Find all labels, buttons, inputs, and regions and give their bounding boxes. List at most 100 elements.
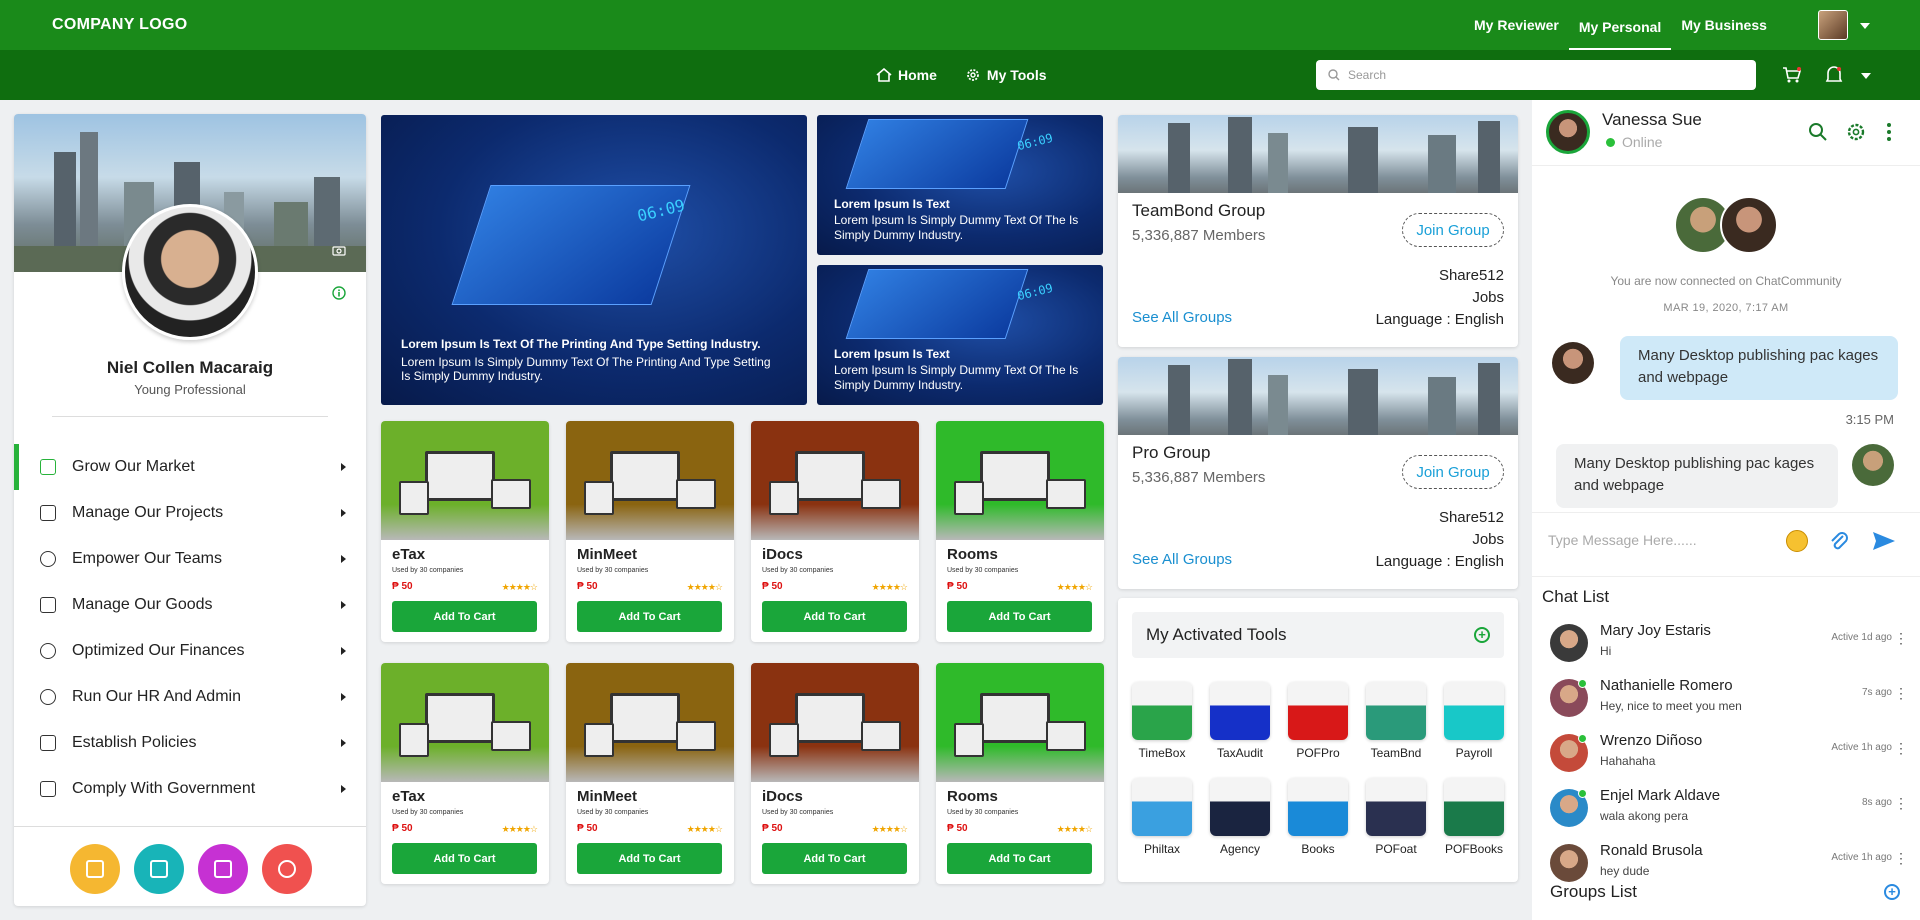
divider	[1532, 576, 1920, 577]
menu-item-establish-policies[interactable]: Establish Policies	[14, 720, 366, 766]
product-card[interactable]: Rooms Used by 30 companies ₱ 50 ★★★★☆ Ad…	[936, 421, 1104, 642]
add-to-cart-button[interactable]: Add To Cart	[577, 601, 722, 632]
gear-icon[interactable]	[1846, 122, 1866, 142]
more-vertical-icon[interactable]: ⋮	[1894, 685, 1908, 702]
info-icon[interactable]	[332, 286, 346, 300]
user-avatar[interactable]	[1818, 10, 1848, 40]
chevron-down-icon[interactable]	[1860, 23, 1870, 29]
see-all-groups-link[interactable]: See All Groups	[1132, 309, 1232, 326]
banner-main[interactable]: 06:09 Lorem Ipsum Is Text Of The Printin…	[381, 115, 807, 405]
product-usage: Used by 30 companies	[947, 567, 1019, 574]
product-image	[566, 663, 734, 782]
tool-pofoat[interactable]: POFoat	[1366, 778, 1426, 856]
nav-my-business[interactable]: My Business	[1671, 0, 1777, 50]
search-icon[interactable]	[1808, 122, 1828, 142]
banner-small-1[interactable]: 06:09 Lorem Ipsum Is Text Lorem Ipsum Is…	[817, 115, 1103, 255]
menu-item-manage-goods[interactable]: Manage Our Goods	[14, 582, 366, 628]
product-usage: Used by 30 companies	[762, 809, 834, 816]
tool-label: Books	[1301, 842, 1335, 856]
package-button[interactable]	[198, 844, 248, 894]
chat-list-item[interactable]: Nathanielle Romero Hey, nice to meet you …	[1550, 673, 1910, 727]
notes-button[interactable]	[70, 844, 120, 894]
product-card[interactable]: MinMeet Used by 30 companies ₱ 50 ★★★★☆ …	[566, 421, 734, 642]
camera-icon[interactable]	[332, 244, 346, 256]
tool-teambnd[interactable]: TeamBnd	[1366, 682, 1426, 760]
finance-icon	[40, 643, 56, 659]
menu-item-manage-projects[interactable]: Manage Our Projects	[14, 490, 366, 536]
rating-stars: ★★★★☆	[871, 582, 908, 592]
tool-pofpro[interactable]: POFPro	[1288, 682, 1348, 760]
nav-my-reviewer[interactable]: My Reviewer	[1464, 0, 1569, 50]
contact-name: Mary Joy Estaris	[1600, 622, 1711, 639]
product-card[interactable]: Rooms Used by 30 companies ₱ 50 ★★★★☆ Ad…	[936, 663, 1104, 884]
nav-my-personal[interactable]: My Personal	[1568, 8, 1672, 50]
add-to-cart-button[interactable]: Add To Cart	[947, 843, 1092, 874]
tool-taxaudit[interactable]: TaxAudit	[1210, 682, 1270, 760]
see-all-groups-link[interactable]: See All Groups	[1132, 551, 1232, 568]
chevron-down-icon[interactable]	[1861, 73, 1871, 79]
banner-text: Lorem Ipsum Is Simply Dummy Text Of The …	[401, 355, 771, 383]
send-icon[interactable]	[1872, 530, 1896, 552]
menu-item-empower-teams[interactable]: Empower Our Teams	[14, 536, 366, 582]
tool-agency[interactable]: Agency	[1210, 778, 1270, 856]
paperclip-icon[interactable]	[1828, 530, 1850, 552]
product-card[interactable]: MinMeet Used by 30 companies ₱ 50 ★★★★☆ …	[566, 663, 734, 884]
briefcase-button[interactable]	[134, 844, 184, 894]
tool-books[interactable]: Books	[1288, 778, 1348, 856]
product-card[interactable]: iDocs Used by 30 companies ₱ 50 ★★★★☆ Ad…	[751, 421, 919, 642]
banner-title: Lorem Ipsum Is Text	[834, 347, 950, 361]
chat-list-item[interactable]: Wrenzo Diñoso Hahahaha Active 1h ago ⋮	[1550, 728, 1910, 782]
briefcase-icon	[150, 860, 168, 878]
profile-card: Niel Collen Macaraig Young Professional …	[14, 114, 366, 906]
grid-icon	[40, 781, 56, 797]
tool-icon	[1366, 778, 1426, 836]
connection-avatar-2	[1720, 196, 1778, 254]
product-card[interactable]: eTax Used by 30 companies ₱ 50 ★★★★☆ Add…	[381, 421, 549, 642]
cart-icon[interactable]	[1782, 66, 1802, 84]
menu-item-comply-government[interactable]: Comply With Government	[14, 766, 366, 812]
tool-timebox[interactable]: TimeBox	[1132, 682, 1192, 760]
add-group-icon[interactable]: +	[1884, 884, 1900, 900]
add-to-cart-button[interactable]: Add To Cart	[392, 601, 537, 632]
company-logo[interactable]: COMPANY LOGO	[52, 16, 187, 34]
add-to-cart-button[interactable]: Add To Cart	[392, 843, 537, 874]
more-vertical-icon[interactable]: ⋮	[1894, 795, 1908, 812]
add-circle-icon[interactable]: +	[1474, 627, 1490, 643]
add-to-cart-button[interactable]: Add To Cart	[762, 843, 907, 874]
chat-list-item[interactable]: Mary Joy Estaris Hi Active 1d ago ⋮	[1550, 618, 1910, 672]
add-to-cart-button[interactable]: Add To Cart	[762, 601, 907, 632]
banner-small-2[interactable]: 06:09 Lorem Ipsum Is Text Lorem Ipsum Is…	[817, 265, 1103, 405]
emoji-icon[interactable]	[1786, 530, 1808, 552]
menu-item-optimized-finances[interactable]: Optimized Our Finances	[14, 628, 366, 674]
more-vertical-icon[interactable]: ⋮	[1894, 740, 1908, 757]
my-tools-link[interactable]: My Tools	[965, 67, 1047, 83]
groups-list-title: Groups List	[1550, 882, 1637, 901]
add-to-cart-button[interactable]: Add To Cart	[577, 843, 722, 874]
group-card: TeamBond Group 5,336,887 Members Join Gr…	[1118, 115, 1518, 347]
bell-icon[interactable]	[1825, 65, 1843, 85]
more-vertical-icon[interactable]	[1886, 122, 1892, 142]
search-input[interactable]: Search	[1316, 60, 1756, 90]
menu-item-run-hr-admin[interactable]: Run Our HR And Admin	[14, 674, 366, 720]
group-members: 5,336,887 Members	[1132, 227, 1266, 244]
profile-avatar[interactable]	[122, 204, 258, 340]
product-card[interactable]: eTax Used by 30 companies ₱ 50 ★★★★☆ Add…	[381, 663, 549, 884]
add-to-cart-button[interactable]: Add To Cart	[947, 601, 1092, 632]
menu-item-grow-market[interactable]: Grow Our Market	[14, 444, 366, 490]
tool-payroll[interactable]: Payroll	[1444, 682, 1504, 760]
tool-pofbooks[interactable]: POFBooks	[1444, 778, 1504, 856]
chat-list-item[interactable]: Enjel Mark Aldave wala akong pera 8s ago ⋮	[1550, 783, 1910, 837]
caret-right-icon	[341, 601, 346, 609]
support-button[interactable]	[262, 844, 312, 894]
join-group-button[interactable]: Join Group	[1402, 455, 1504, 489]
more-vertical-icon[interactable]: ⋮	[1894, 850, 1908, 867]
message-input[interactable]: Type Message Here......	[1548, 532, 1697, 548]
tool-philtax[interactable]: Philtax	[1132, 778, 1192, 856]
chat-user-avatar[interactable]	[1546, 110, 1590, 154]
product-card[interactable]: iDocs Used by 30 companies ₱ 50 ★★★★☆ Ad…	[751, 663, 919, 884]
product-image	[751, 663, 919, 782]
join-group-button[interactable]: Join Group	[1402, 213, 1504, 247]
product-usage: Used by 30 companies	[392, 567, 464, 574]
more-vertical-icon[interactable]: ⋮	[1894, 630, 1908, 647]
home-link[interactable]: Home	[876, 67, 937, 83]
